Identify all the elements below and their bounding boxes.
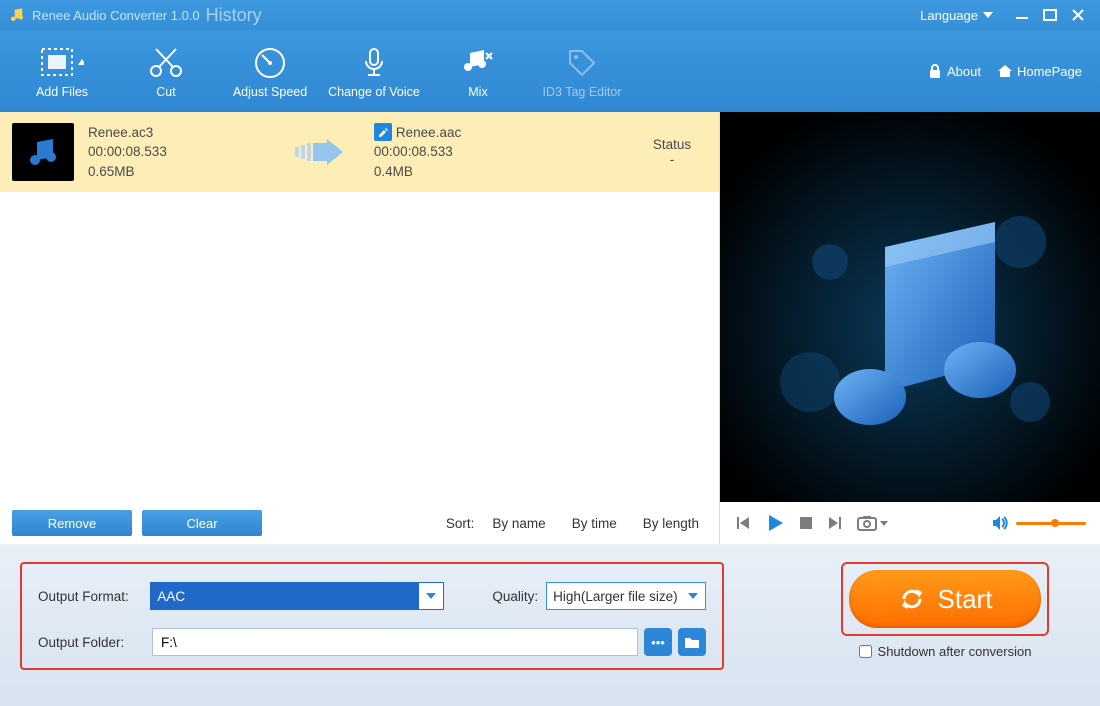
cut-label: Cut <box>114 85 218 99</box>
home-icon <box>997 63 1013 79</box>
output-format-label: Output Format: <box>38 589 150 604</box>
close-button[interactable] <box>1068 5 1088 25</box>
preview-canvas <box>720 112 1100 502</box>
main-toolbar: Add Files Cut Adjust Speed Change of Voi… <box>0 30 1100 112</box>
bottom-panel: Output Format: AAC Quality: High(Larger … <box>0 544 1100 706</box>
output-format-value: AAC <box>157 589 185 604</box>
language-label: Language <box>920 8 978 23</box>
microphone-icon <box>322 43 426 81</box>
cut-button[interactable]: Cut <box>114 43 218 99</box>
adjust-speed-button[interactable]: Adjust Speed <box>218 43 322 99</box>
sort-by-time[interactable]: By time <box>572 516 617 531</box>
chevron-down-icon <box>419 583 443 609</box>
app-title: Renee Audio Converter 1.0.0 <box>32 8 200 23</box>
remove-button[interactable]: Remove <box>12 510 132 536</box>
file-thumbnail <box>12 123 74 181</box>
mix-button[interactable]: Mix <box>426 43 530 99</box>
chevron-down-icon <box>687 591 699 601</box>
volume-slider[interactable] <box>1016 522 1086 525</box>
change-voice-button[interactable]: Change of Voice <box>322 43 426 99</box>
destination-filename: Renee.aac <box>396 123 461 143</box>
app-logo-icon <box>8 6 26 24</box>
change-voice-label: Change of Voice <box>322 85 426 99</box>
film-add-icon <box>10 43 114 81</box>
browse-folder-button[interactable]: ••• <box>644 628 672 656</box>
start-column: Start Shutdown after conversion <box>810 562 1080 659</box>
refresh-icon <box>898 585 926 613</box>
sort-label: Sort: <box>446 516 475 531</box>
id3-editor-label: ID3 Tag Editor <box>530 85 634 99</box>
sort-by-length[interactable]: By length <box>643 516 699 531</box>
output-folder-value: F:\ <box>161 635 177 650</box>
adjust-speed-label: Adjust Speed <box>218 85 322 99</box>
quality-value: High(Larger file size) <box>553 589 678 604</box>
main-area: Renee.ac3 00:00:08.533 0.65MB Renee.aac … <box>0 112 1100 544</box>
edit-dest-button[interactable] <box>374 123 392 141</box>
language-dropdown[interactable]: Language <box>920 8 994 23</box>
output-folder-input[interactable]: F:\ <box>152 628 638 656</box>
titlebar: Renee Audio Converter 1.0.0 History Lang… <box>0 0 1100 30</box>
minimize-button[interactable] <box>1012 5 1032 25</box>
start-label: Start <box>938 584 993 615</box>
player-controls <box>720 502 1100 544</box>
sort-by-name[interactable]: By name <box>492 516 545 531</box>
prev-track-button[interactable] <box>734 514 752 532</box>
add-files-button[interactable]: Add Files <box>10 43 114 99</box>
add-files-label: Add Files <box>10 85 114 99</box>
mix-label: Mix <box>426 85 530 99</box>
destination-duration: 00:00:08.533 <box>374 142 514 162</box>
quality-dropdown[interactable]: High(Larger file size) <box>546 582 706 610</box>
source-filename: Renee.ac3 <box>88 123 167 143</box>
clear-button[interactable]: Clear <box>142 510 262 536</box>
play-button[interactable] <box>764 512 786 534</box>
homepage-link[interactable]: HomePage <box>997 63 1082 79</box>
history-link[interactable]: History <box>206 5 262 26</box>
start-highlight: Start <box>841 562 1049 636</box>
shutdown-checkbox-row[interactable]: Shutdown after conversion <box>810 644 1080 659</box>
scissors-icon <box>114 43 218 81</box>
destination-info: Renee.aac 00:00:08.533 0.4MB <box>374 123 514 182</box>
source-info: Renee.ac3 00:00:08.533 0.65MB <box>88 123 167 182</box>
status-value: - <box>637 152 707 167</box>
status-header: Status <box>637 137 707 152</box>
stop-button[interactable] <box>798 515 814 531</box>
preview-panel <box>720 112 1100 544</box>
snapshot-button[interactable] <box>856 514 888 532</box>
shutdown-label: Shutdown after conversion <box>878 644 1032 659</box>
output-settings-box: Output Format: AAC Quality: High(Larger … <box>20 562 724 670</box>
output-format-dropdown[interactable]: AAC <box>150 582 444 610</box>
about-link[interactable]: About <box>927 63 981 79</box>
output-folder-label: Output Folder: <box>38 635 152 650</box>
start-button[interactable]: Start <box>849 570 1041 628</box>
tag-icon <box>530 43 634 81</box>
source-size: 0.65MB <box>88 162 167 182</box>
open-folder-button[interactable] <box>678 628 706 656</box>
destination-size: 0.4MB <box>374 162 514 182</box>
maximize-button[interactable] <box>1040 5 1060 25</box>
gauge-icon <box>218 43 322 81</box>
lock-icon <box>927 63 943 79</box>
status-column: Status - <box>637 137 707 167</box>
shutdown-checkbox[interactable] <box>859 645 872 658</box>
homepage-label: HomePage <box>1017 64 1082 79</box>
music-note-artwork <box>720 112 1100 502</box>
chevron-down-icon <box>982 10 994 20</box>
quality-label: Quality: <box>492 589 538 604</box>
volume-icon[interactable] <box>990 514 1008 532</box>
next-track-button[interactable] <box>826 514 844 532</box>
list-footer: Remove Clear Sort: By name By time By le… <box>0 502 719 544</box>
about-label: About <box>947 64 981 79</box>
file-list: Renee.ac3 00:00:08.533 0.65MB Renee.aac … <box>0 112 720 544</box>
conversion-arrow-icon <box>290 137 350 167</box>
id3-editor-button[interactable]: ID3 Tag Editor <box>530 43 634 99</box>
mix-icon <box>426 43 530 81</box>
file-row[interactable]: Renee.ac3 00:00:08.533 0.65MB Renee.aac … <box>0 112 719 192</box>
source-duration: 00:00:08.533 <box>88 142 167 162</box>
